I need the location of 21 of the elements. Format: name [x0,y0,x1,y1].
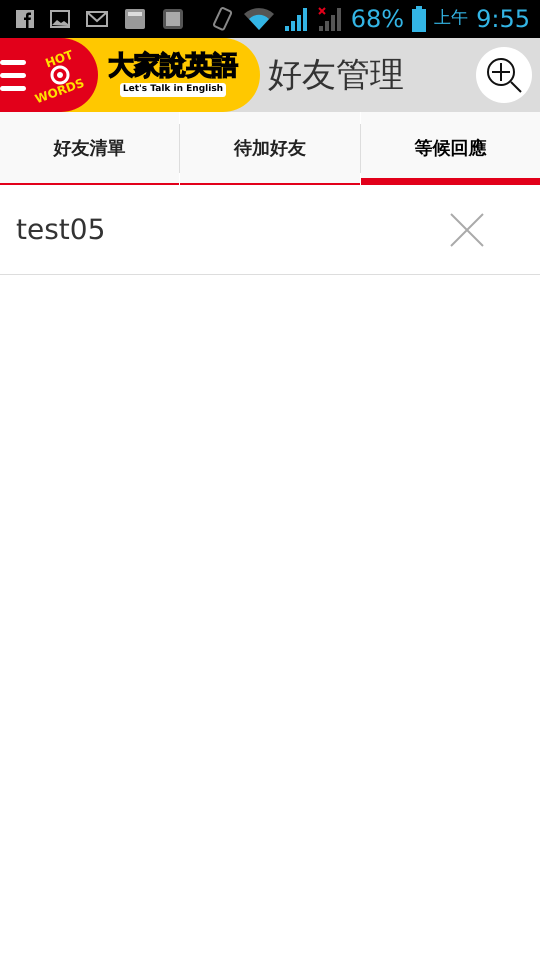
logo-badge-text: HOT [44,48,76,70]
clock: 9:55 [476,4,530,35]
page-title: 好友管理 [268,54,404,96]
logo-tagline: Let's Talk in English [120,83,226,97]
tab[interactable]: 好友清單 [0,112,180,185]
image-icon [50,10,70,28]
signal-icon [282,7,309,31]
signal-icon [316,7,343,31]
vibrate-icon [210,6,235,32]
facebook-icon [16,10,34,28]
friend-name: test05 [16,212,106,248]
battery-icon [412,6,426,32]
logo-name: 大家說英語 [108,53,238,80]
menu-icon[interactable] [0,58,26,92]
mail-icon [86,11,108,27]
time-period: 上午 [434,7,468,30]
tab[interactable]: 待加好友 [180,112,360,185]
zoom-in-icon [485,56,523,94]
battery-percent: 68% [350,4,404,35]
tab[interactable]: 等候回應 [360,112,540,185]
wifi-icon [242,7,275,31]
